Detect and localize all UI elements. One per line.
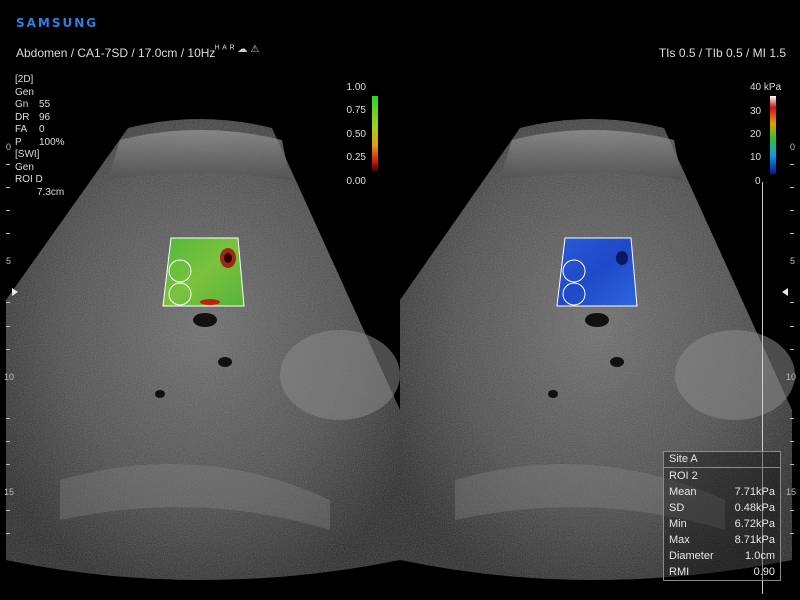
result-label: Min: [669, 518, 687, 530]
depth-tick: [790, 326, 794, 327]
result-label: RMI: [669, 566, 690, 578]
depth-label: 5: [790, 256, 796, 266]
result-value: 1.0cm: [745, 550, 775, 562]
site-label: Site A: [664, 452, 780, 468]
result-label: Mean: [669, 486, 697, 498]
result-value: 7.71kPa: [734, 486, 775, 498]
depth-label: 10: [4, 372, 15, 382]
depth-tick: [6, 210, 10, 211]
result-row: RMI 0.90: [664, 564, 780, 580]
depth-tick: [790, 418, 794, 419]
stiffness-color-bar: [770, 96, 776, 174]
result-row: Min 6.72kPa: [664, 516, 780, 532]
depth-tick: [790, 164, 794, 165]
result-value: 8.71kPa: [734, 534, 775, 546]
result-row: Max 8.71kPa: [664, 532, 780, 548]
depth-tick: [6, 349, 10, 350]
depth-tick: [6, 326, 10, 327]
depth-tick: [790, 464, 794, 465]
focus-marker-icon[interactable]: [12, 288, 18, 296]
depth-tick: [6, 533, 10, 534]
result-row: SD 0.48kPa: [664, 500, 780, 516]
roi-label: ROI 2: [669, 470, 698, 482]
stiffness-roi-box: [556, 237, 638, 307]
result-label: SD: [669, 502, 685, 514]
measurement-results-panel: Site A ROI 2 Mean 7.71kPa SD 0.48kPa Min 6.…: [663, 451, 781, 581]
result-value: 6.72kPa: [734, 518, 775, 530]
focus-marker-icon[interactable]: [782, 288, 788, 296]
depth-tick: [6, 187, 10, 188]
depth-tick: [6, 233, 10, 234]
depth-tick: [6, 164, 10, 165]
quality-roi-box: [162, 237, 245, 307]
stiffness-scale-title: 40 kPa: [750, 82, 782, 93]
quality-color-bar: [372, 96, 378, 172]
quality-scale-label: 1.00: [346, 82, 366, 93]
result-row: Diameter 1.0cm: [664, 548, 780, 564]
result-label: Max: [669, 534, 690, 546]
depth-tick: [790, 349, 794, 350]
quality-scale-label: 0.25: [346, 152, 366, 163]
depth-tick: [790, 533, 794, 534]
depth-tick: [790, 441, 794, 442]
depth-tick: [790, 233, 794, 234]
depth-tick: [6, 441, 10, 442]
depth-label: 5: [6, 256, 12, 266]
depth-tick: [6, 464, 10, 465]
result-label: Diameter: [669, 550, 714, 562]
depth-label: 10: [786, 372, 797, 382]
left-ultrasound-sector: [6, 119, 400, 580]
depth-tick: [790, 187, 794, 188]
depth-tick: [6, 302, 10, 303]
stiffness-scale-label: 0: [755, 176, 761, 187]
roi-row: ROI 2: [664, 468, 780, 484]
depth-label: 15: [786, 487, 797, 497]
depth-tick: [6, 510, 10, 511]
depth-tick: [790, 510, 794, 511]
stiffness-scale-label: 30: [750, 106, 762, 117]
depth-tick: [6, 418, 10, 419]
result-value: 0.90: [753, 566, 775, 578]
stiffness-scale-label: 10: [750, 152, 762, 163]
result-value: 0.48kPa: [734, 502, 775, 514]
quality-scale-label: 0.00: [346, 176, 366, 187]
quality-scale-label: 0.75: [346, 105, 366, 116]
stiffness-scale-label: 20: [750, 129, 762, 140]
result-row: Mean 7.71kPa: [664, 484, 780, 500]
quality-scale-label: 0.50: [346, 129, 366, 140]
depth-label: 15: [4, 487, 15, 497]
depth-tick: [790, 210, 794, 211]
depth-tick: [790, 302, 794, 303]
depth-label: 0: [790, 142, 796, 152]
depth-label: 0: [6, 142, 12, 152]
